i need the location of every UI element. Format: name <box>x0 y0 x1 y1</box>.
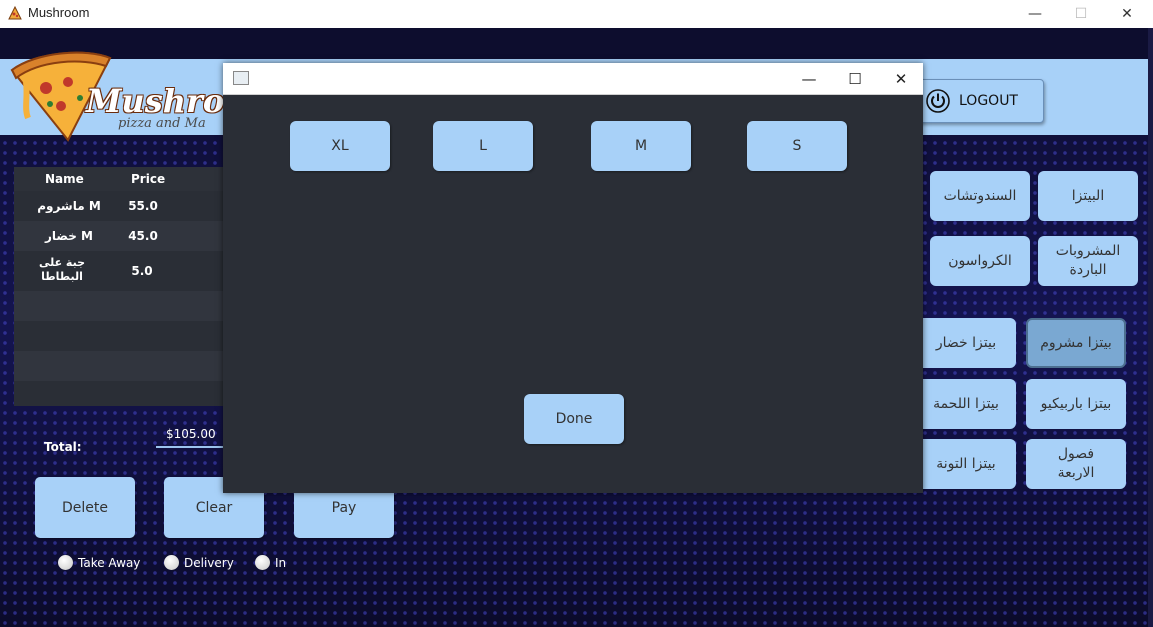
table-row[interactable]: ماشروم M 55.0 <box>14 191 226 221</box>
table-header: Name Price <box>14 167 226 191</box>
order-table[interactable]: Name Price ماشروم M 55.0 خضار M 45.0 جبة… <box>14 167 226 406</box>
window-edge <box>1148 28 1153 627</box>
logout-button[interactable]: LOGOUT <box>914 79 1044 123</box>
dialog-titlebar: — ☐ ✕ <box>223 63 923 95</box>
row-price: 45.0 <box>128 229 158 243</box>
done-button[interactable]: Done <box>524 394 624 444</box>
dialog-app-icon <box>233 71 249 85</box>
radio-label: Take Away <box>78 555 141 570</box>
table-row[interactable]: جبة على البطاطا 5.0 <box>14 251 226 291</box>
logo: Mushroo pizza and Ma <box>6 48 246 142</box>
radio-circle[interactable] <box>58 555 73 570</box>
power-icon <box>926 89 950 113</box>
total-underline <box>156 446 226 448</box>
minimize-button[interactable]: — <box>1012 0 1058 28</box>
dialog-maximize-button[interactable]: ☐ <box>832 63 878 94</box>
window-titlebar: Mushroom — ☐ ✕ <box>0 0 1153 28</box>
product-mushroom-pizza[interactable]: بيتزا مشروم <box>1026 318 1126 368</box>
dialog-close-button[interactable]: ✕ <box>878 63 924 94</box>
row-price: 5.0 <box>131 264 153 278</box>
brand-tagline: pizza and Ma <box>118 116 206 131</box>
radio-circle[interactable] <box>255 555 270 570</box>
row-name: جبة على البطاطا <box>38 256 86 283</box>
dialog-minimize-button[interactable]: — <box>786 63 832 94</box>
empty-row <box>14 291 226 321</box>
app-icon <box>8 5 22 20</box>
radio-circle[interactable] <box>164 555 179 570</box>
close-button[interactable]: ✕ <box>1104 0 1150 28</box>
radio-in[interactable]: In <box>255 555 286 570</box>
size-dialog[interactable]: — ☐ ✕ XL L M S Done <box>223 63 923 493</box>
product-vegetable-pizza[interactable]: بيتزا خضار <box>916 318 1016 368</box>
product-meat-pizza[interactable]: بيتزا اللحمة <box>916 379 1016 429</box>
category-cold-drinks[interactable]: المشروبات الباردة <box>1038 236 1138 286</box>
radio-take-away[interactable]: Take Away <box>58 555 140 570</box>
row-name: خضار M <box>44 229 93 243</box>
category-pizza[interactable]: البيتزا <box>1038 171 1138 221</box>
column-header-price: Price <box>131 172 166 186</box>
product-bbq-pizza[interactable]: بيتزا باربيكيو <box>1026 379 1126 429</box>
column-header-name: Name <box>45 172 84 186</box>
size-xl-button[interactable]: XL <box>290 121 390 171</box>
category-croissant[interactable]: الكرواسون <box>930 236 1030 286</box>
radio-delivery[interactable]: Delivery <box>164 555 234 570</box>
size-l-button[interactable]: L <box>433 121 533 171</box>
delete-button[interactable]: Delete <box>35 477 135 538</box>
category-sandwiches[interactable]: السندوتشات <box>930 171 1030 221</box>
radio-label: Delivery <box>184 555 234 570</box>
size-m-button[interactable]: M <box>591 121 691 171</box>
brand-name: Mushroo <box>86 82 246 120</box>
empty-row <box>14 321 226 351</box>
maximize-button[interactable]: ☐ <box>1058 0 1104 28</box>
logout-label: LOGOUT <box>959 93 1018 109</box>
product-four-seasons-pizza[interactable]: فصول الاربعة <box>1026 439 1126 489</box>
window-title: Mushroom <box>28 5 90 20</box>
total-value: $105.00 <box>166 427 216 441</box>
empty-row <box>14 351 226 381</box>
size-s-button[interactable]: S <box>747 121 847 171</box>
radio-label: In <box>275 555 287 570</box>
row-name: ماشروم M <box>37 199 101 213</box>
table-row[interactable]: خضار M 45.0 <box>14 221 226 251</box>
product-tuna-pizza[interactable]: بيتزا التونة <box>916 439 1016 489</box>
row-price: 55.0 <box>128 199 158 213</box>
total-label: Total: <box>44 440 82 454</box>
